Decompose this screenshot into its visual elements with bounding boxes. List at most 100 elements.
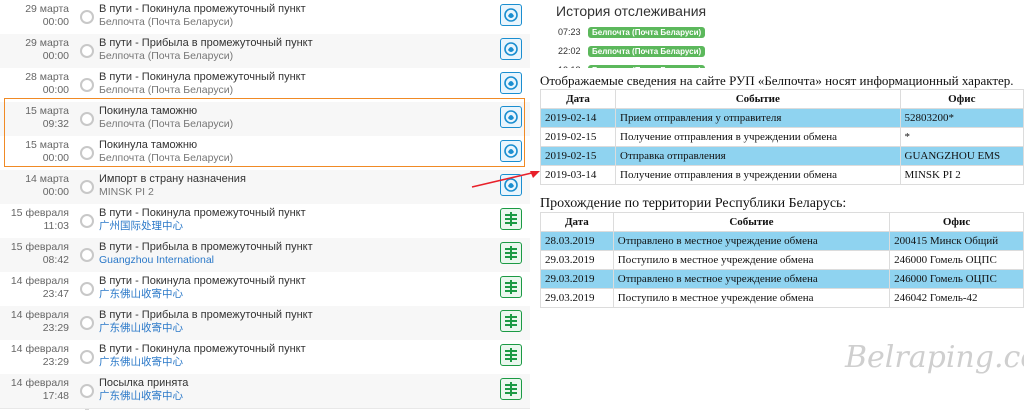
cell-date: 2019-03-14: [539, 165, 617, 185]
cell-event: Прием отправления у отправителя: [615, 108, 901, 128]
event-title: В пути - Покинула промежуточный пункт: [99, 3, 306, 15]
table-row: 29.03.2019 Поступило в местное учреждение…: [540, 250, 1024, 270]
event-title: Импорт в страну назначения: [99, 173, 246, 185]
event-title: В пути - Прибыла в промежуточный пункт: [99, 241, 313, 253]
event-date: 15 февраля: [10, 207, 69, 219]
event-location: Белпочта (Почта Беларуси): [99, 16, 234, 28]
carrier-badge: Белпочта (Почта Беларуси): [588, 27, 706, 38]
cell-office: 246000 Гомель ОЦПС: [889, 250, 1024, 270]
belpost-icon[interactable]: [500, 4, 522, 26]
table-row: 2019-02-14 Прием отправления у отправител…: [539, 108, 1024, 128]
event-title: В пути - Покинула промежуточный пункт: [99, 343, 306, 355]
event-location: MINSK PI 2: [99, 186, 154, 198]
cell-office: 52803200*: [899, 108, 1024, 128]
history-row: 22:02 Белпочта (Почта Беларуси): [558, 46, 706, 57]
event-location: Guangzhou International: [99, 254, 215, 266]
carrier-badge: Белпочта (Почта Беларуси): [588, 46, 706, 57]
timeline-dot: [80, 44, 94, 58]
event-title: В пути - Прибыла в промежуточный пункт: [99, 37, 313, 49]
pointer-arrow: [471, 171, 540, 188]
col-event: Событие: [612, 212, 891, 232]
event-time: 11:03: [43, 220, 70, 232]
timeline-row: 14 марта 00:00 Импорт в страну назначения M…: [0, 170, 530, 205]
cell-office: GUANGZHOU EMS: [899, 146, 1024, 166]
event-date: 29 марта: [25, 37, 69, 49]
event-title: В пути - Покинула промежуточный пункт: [99, 71, 306, 83]
transit-title: Прохождение по территории Республики Бел…: [540, 196, 847, 211]
event-date: 14 февраля: [10, 309, 69, 321]
belpost-icon[interactable]: [500, 38, 522, 60]
history-row: 07:23 Белпочта (Почта Беларуси): [558, 27, 706, 38]
timeline-row: 14 февраля 17:48 Посылка принята 广东佛山收寄中心: [0, 374, 530, 409]
event-time: 00:00: [42, 50, 69, 62]
cell-date: 28.03.2019: [540, 231, 614, 251]
table-row: 29.03.2019 Отправлено в местное учреждени…: [540, 269, 1024, 289]
event-time: 08:42: [42, 254, 69, 266]
table-header: Дата Событие Офис: [540, 212, 1024, 232]
col-date: Дата: [540, 212, 614, 232]
event-location: 广东佛山收寄中心: [99, 322, 183, 334]
china-post-icon[interactable]: [500, 242, 522, 264]
event-date: 14 февраля: [10, 343, 69, 355]
timeline-row: 29 марта 00:00 В пути - Покинула промежуто…: [0, 0, 530, 35]
cell-event: Получение отправления в учреждении обмен…: [615, 127, 901, 147]
event-time: 00:00: [42, 16, 69, 28]
timeline-dot: [80, 248, 94, 262]
cell-event: Поступило в местное учреждение обмена: [612, 288, 891, 308]
event-time: 23:47: [42, 288, 69, 300]
watermark: Belraping.com: [845, 340, 1024, 375]
event-location: 广东佛山收寄中心: [99, 288, 183, 300]
china-post-icon[interactable]: [500, 344, 522, 366]
event-time: 23:29: [42, 322, 69, 334]
transit-table: Дата Событие Офис 28.03.2019 Отправлено в…: [540, 212, 1024, 308]
cell-office: 246000 Гомель ОЦПС: [889, 269, 1024, 289]
table-row: 2019-02-15 Получение отправления в учрежд…: [539, 127, 1024, 147]
china-post-icon[interactable]: [500, 276, 522, 298]
timeline-row: 15 февраля 08:42 В пути - Прибыла в промеж…: [0, 238, 530, 273]
china-post-icon[interactable]: [500, 310, 522, 332]
table-row: 2019-03-14 Получение отправления в учрежд…: [539, 165, 1024, 185]
timeline-row: 29 марта 00:00 В пути - Прибыла в промежут…: [0, 34, 530, 69]
cell-office: MINSK PI 2: [899, 165, 1024, 185]
table-header: Дата Событие Офис: [539, 89, 1024, 109]
cell-event: Отправлено в местное учреждение обмена: [612, 269, 891, 289]
cell-date: 29.03.2019: [540, 269, 614, 289]
event-date: 14 февраля: [10, 275, 69, 287]
timeline-row: 14 февраля 23:29 В пути - Прибыла в промеж…: [0, 306, 530, 341]
event-title: В пути - Покинула промежуточный пункт: [99, 207, 306, 219]
event-location: 广州国际处理中心: [99, 220, 183, 232]
cell-event: Получение отправления в учреждении обмен…: [615, 165, 901, 185]
event-date: 29 марта: [25, 3, 69, 15]
cell-office: 200415 Минск Общий: [889, 231, 1024, 251]
timeline-dot: [80, 180, 94, 194]
belpost-events-table: Дата Событие Офис 2019-02-14 Прием отправ…: [539, 89, 1024, 185]
history-time: 22:02: [558, 46, 581, 56]
timeline-dot: [80, 316, 94, 330]
col-event: Событие: [615, 89, 901, 109]
timeline-dot: [80, 282, 94, 296]
timeline-row: 14 февраля 23:29 В пути - Покинула промежу…: [0, 340, 530, 375]
event-date: 14 февраля: [10, 377, 69, 389]
event-date: 15 февраля: [10, 241, 69, 253]
cell-event: Отправлено в местное учреждение обмена: [612, 231, 891, 251]
event-title: В пути - Покинула промежуточный пункт: [99, 275, 306, 287]
event-time: 17:48: [42, 390, 69, 402]
china-post-icon[interactable]: [500, 378, 522, 400]
event-location: 广东佛山收寄中心: [99, 356, 183, 368]
table-row: 29.03.2019 Поступило в местное учреждение…: [540, 288, 1024, 308]
belpost-note: Отображаемые сведения на сайте РУП «Белп…: [540, 73, 1014, 88]
timeline-row: 15 февраля 11:03 В пути - Покинула промежу…: [0, 204, 530, 239]
timeline-row: 14 февраля 23:47 В пути - Покинула промежу…: [0, 272, 530, 307]
col-office: Офис: [889, 212, 1024, 232]
cell-date: 29.03.2019: [540, 288, 614, 308]
history-time: 07:23: [558, 27, 581, 37]
history-title: История отслеживания: [556, 3, 707, 19]
event-time: 23:29: [42, 356, 69, 368]
belpost-icon[interactable]: [500, 72, 522, 94]
cell-event: Поступило в местное учреждение обмена: [612, 250, 891, 270]
col-date: Дата: [539, 89, 617, 109]
cell-office: *: [899, 127, 1024, 147]
china-post-icon[interactable]: [500, 208, 522, 230]
tracking-timeline: 29 марта 00:00 В пути - Покинула промежуто…: [0, 0, 530, 410]
event-time: 00:00: [42, 84, 69, 96]
